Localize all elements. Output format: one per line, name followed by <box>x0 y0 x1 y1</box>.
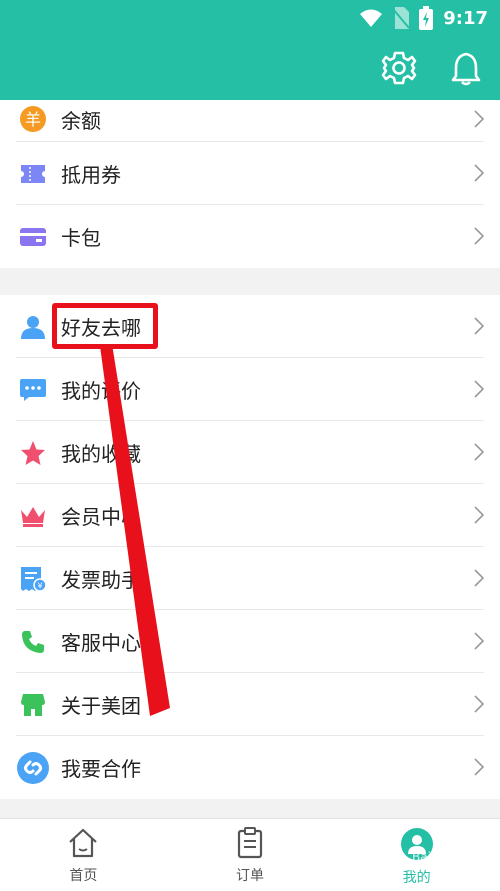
services-list: 好友去哪 我的评价 我的收藏 会员中心 ¥ 发票助手 客服中心 关于美团 我要合… <box>0 295 500 799</box>
chevron-right-icon <box>474 443 484 461</box>
status-time: 9:17 <box>443 7 488 29</box>
list-item-membership[interactable]: 会员中心 <box>0 484 500 547</box>
status-bar: 9:17 <box>0 0 500 36</box>
list-item-customer-service[interactable]: 客服中心 <box>0 610 500 673</box>
chevron-right-icon <box>474 227 484 245</box>
list-item-label: 我要合作 <box>61 757 141 781</box>
list-item-label: 卡包 <box>61 226 101 250</box>
list-item-coupons[interactable]: 抵用券 <box>0 142 500 205</box>
list-item-invoice[interactable]: ¥ 发票助手 <box>0 547 500 610</box>
chevron-right-icon <box>474 380 484 398</box>
list-item-label: 会员中心 <box>61 505 141 529</box>
star-icon <box>19 439 47 467</box>
card-icon <box>19 223 47 251</box>
crown-icon <box>19 502 47 530</box>
svg-text:羊: 羊 <box>25 110 41 129</box>
list-item-reviews[interactable]: 我的评价 <box>0 358 500 421</box>
battery-icon <box>419 6 434 30</box>
account-list: 羊 余额 抵用券 卡包 <box>0 100 500 268</box>
chevron-right-icon <box>474 632 484 650</box>
chevron-right-icon <box>474 758 484 776</box>
svg-text:¥: ¥ <box>37 581 42 590</box>
invoice-icon: ¥ <box>19 565 47 593</box>
chevron-right-icon <box>474 317 484 335</box>
link-icon <box>16 751 50 785</box>
header <box>0 36 500 100</box>
list-item-label: 我的评价 <box>61 379 141 403</box>
list-item-favorites[interactable]: 我的收藏 <box>0 421 500 484</box>
list-item-about[interactable]: 关于美团 <box>0 673 500 736</box>
tab-label: 订单 <box>236 868 264 884</box>
chevron-right-icon <box>474 695 484 713</box>
watermark: Baidu经验 <box>412 850 471 864</box>
settings-icon[interactable] <box>381 50 417 86</box>
shop-icon <box>19 691 47 719</box>
list-item-label: 余额 <box>61 108 101 133</box>
list-item-label: 我的收藏 <box>61 442 141 466</box>
tab-home[interactable]: 首页 <box>0 819 167 891</box>
list-item-balance[interactable]: 羊 余额 <box>0 100 500 142</box>
coupon-icon <box>19 160 47 188</box>
chevron-right-icon <box>474 110 484 128</box>
tab-orders[interactable]: 订单 <box>167 819 334 891</box>
tab-label: 首页 <box>69 868 98 884</box>
list-item-label: 抵用券 <box>61 163 121 187</box>
wallet-icon: 羊 <box>19 105 47 133</box>
list-item-cooperation[interactable]: 我要合作 <box>0 736 500 799</box>
chevron-right-icon <box>474 569 484 587</box>
tab-label: 我的 <box>402 870 431 886</box>
bell-icon[interactable] <box>448 50 484 86</box>
list-item-label: 关于美团 <box>61 694 141 718</box>
wifi-icon <box>360 9 383 27</box>
chevron-right-icon <box>474 506 484 524</box>
comment-icon <box>19 376 47 404</box>
phone-icon <box>19 628 47 656</box>
highlight-box <box>52 303 158 349</box>
chevron-right-icon <box>474 164 484 182</box>
home-icon <box>69 828 98 858</box>
person-icon <box>19 313 47 341</box>
list-item-label: 客服中心 <box>61 631 141 655</box>
no-sim-icon <box>393 7 410 29</box>
order-icon <box>237 827 263 859</box>
list-item-card-wallet[interactable]: 卡包 <box>0 205 500 268</box>
list-item-label: 发票助手 <box>61 568 141 592</box>
